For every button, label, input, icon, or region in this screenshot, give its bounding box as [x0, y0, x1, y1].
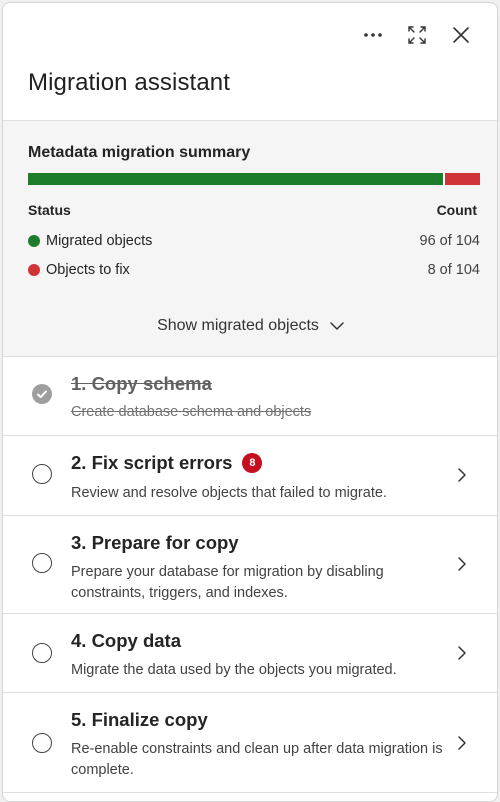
progress-to-fix-segment: [445, 173, 480, 185]
panel-title: Migration assistant: [28, 69, 230, 96]
migration-progress-bar: [28, 173, 480, 185]
status-column-header: Status: [28, 202, 71, 218]
step-description: Create database schema and objects: [71, 404, 312, 420]
status-label: Objects to fix: [46, 262, 130, 278]
step-fix-script-errors[interactable]: 2. Fix script errors 8 Review and resolve…: [3, 436, 497, 516]
step-radio-button[interactable]: [32, 733, 52, 753]
step-description: Re-enable constraints and clean up after…: [71, 741, 443, 778]
status-row-migrated: Migrated objects 96 of 104: [28, 231, 480, 251]
show-migrated-objects-button[interactable]: Show migrated objects: [3, 314, 497, 338]
chevron-right-icon[interactable]: [456, 467, 468, 483]
step-title: 3. Prepare for copy: [71, 532, 239, 553]
step-radio-button[interactable]: [32, 643, 52, 663]
count-column-header: Count: [436, 202, 477, 218]
status-label: Migrated objects: [46, 233, 153, 249]
green-status-dot-icon: [28, 235, 40, 247]
expand-icon: [408, 26, 426, 44]
progress-migrated-segment: [28, 173, 443, 185]
close-button[interactable]: [439, 19, 483, 51]
close-icon: [453, 27, 469, 43]
step-radio-button[interactable]: [32, 553, 52, 573]
status-row-to-fix: Objects to fix 8 of 104: [28, 260, 480, 280]
chevron-right-icon[interactable]: [456, 556, 468, 572]
step-copy-data[interactable]: 4. Copy data Migrate the data used by th…: [3, 614, 497, 693]
panel-header: Migration assistant: [3, 3, 497, 121]
step-description: Migrate the data used by the objects you…: [71, 662, 397, 678]
expand-button[interactable]: [395, 19, 439, 51]
chevron-right-icon[interactable]: [456, 645, 468, 661]
completed-check-icon: [32, 384, 52, 404]
step-finalize-copy[interactable]: 5. Finalize copy Re-enable constraints a…: [3, 693, 497, 793]
more-options-button[interactable]: [351, 19, 395, 51]
step-copy-schema: 1. Copy schema Create database schema an…: [3, 357, 497, 436]
step-description: Review and resolve objects that failed t…: [71, 485, 387, 501]
panel-toolbar: [351, 19, 483, 51]
show-migrated-objects-label: Show migrated objects: [157, 317, 319, 334]
step-title-row: 2. Fix script errors 8: [71, 452, 263, 474]
step-radio-button[interactable]: [32, 464, 52, 484]
step-title: 4. Copy data: [71, 630, 181, 651]
status-count: 8 of 104: [427, 262, 480, 278]
step-title: 5. Finalize copy: [71, 709, 208, 730]
error-count-badge: 8: [242, 453, 263, 473]
more-horizontal-icon: [364, 33, 382, 37]
status-count: 96 of 104: [419, 233, 480, 249]
summary-title: Metadata migration summary: [28, 144, 251, 161]
chevron-right-icon[interactable]: [456, 735, 468, 751]
migration-assistant-panel: Migration assistant Metadata migration s…: [2, 2, 498, 802]
step-prepare-for-copy[interactable]: 3. Prepare for copy Prepare your databas…: [3, 516, 497, 614]
step-title: 2. Fix script errors: [71, 452, 233, 473]
red-status-dot-icon: [28, 264, 40, 276]
step-description: Prepare your database for migration by d…: [71, 564, 384, 601]
step-title: 1. Copy schema: [71, 373, 212, 394]
chevron-down-icon: [330, 322, 344, 330]
